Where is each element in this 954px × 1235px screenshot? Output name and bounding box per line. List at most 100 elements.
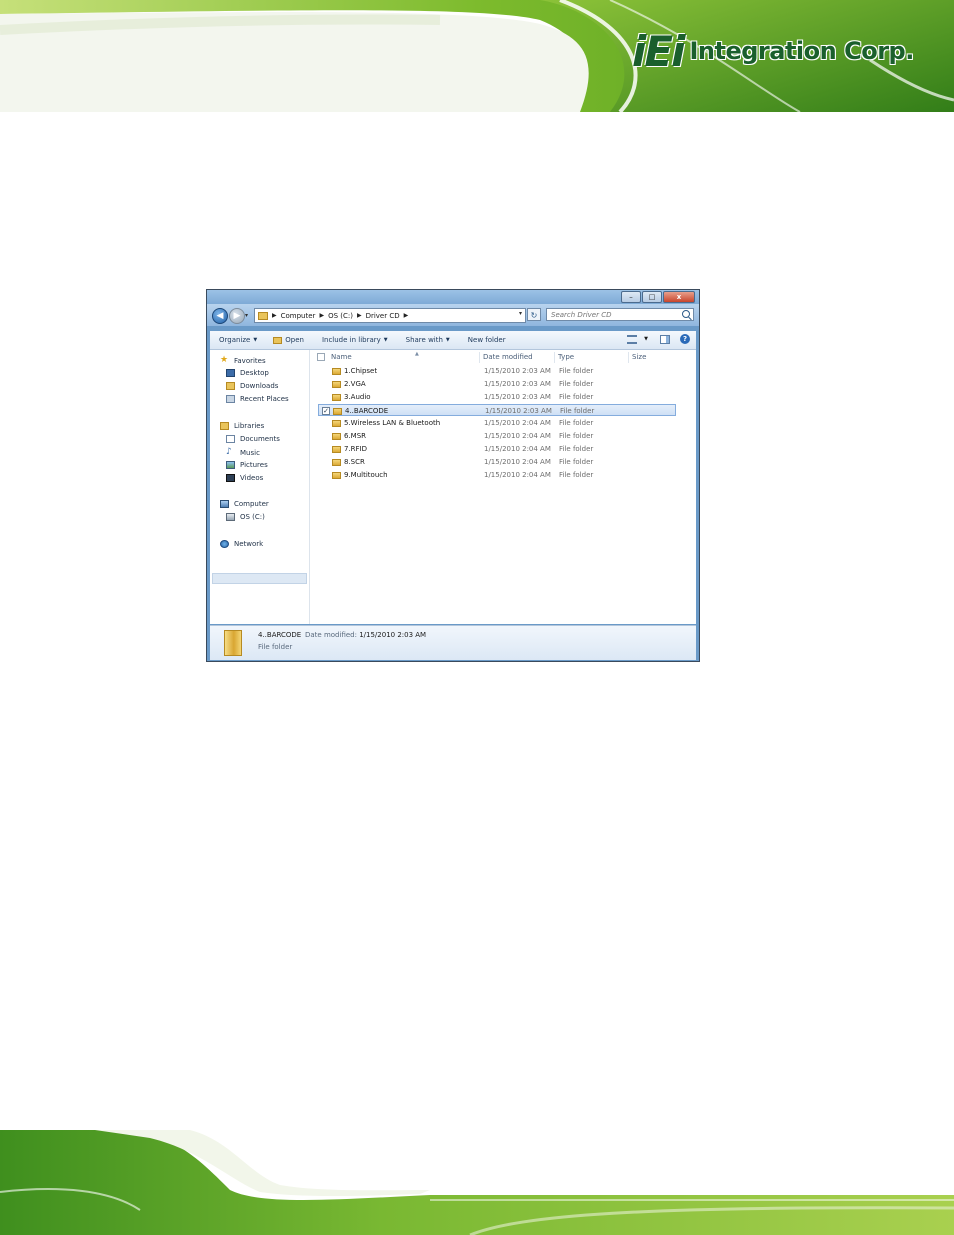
details-type: File folder: [258, 643, 293, 651]
minimize-button[interactable]: –: [621, 291, 641, 303]
dropdown-arrow-icon: ▼: [253, 337, 258, 343]
file-name: 8.SCR: [344, 458, 365, 466]
nav-desktop[interactable]: Desktop: [226, 369, 269, 377]
computer-icon: [220, 500, 229, 508]
file-type: File folder: [560, 407, 595, 415]
close-button[interactable]: x: [663, 291, 695, 303]
file-row[interactable]: 7.RFID 1/15/2010 2:04 AM File folder: [318, 443, 676, 455]
forward-arrow-icon: ▶: [233, 311, 241, 321]
help-icon[interactable]: ?: [680, 334, 690, 344]
address-dropdown-icon[interactable]: ▾: [519, 310, 522, 317]
include-in-library-menu[interactable]: Include in library ▼: [322, 336, 388, 344]
nav-computer[interactable]: Computer: [220, 500, 269, 508]
column-header-date-modified[interactable]: Date modified: [483, 353, 533, 361]
file-row[interactable]: 6.MSR 1/15/2010 2:04 AM File folder: [318, 430, 676, 442]
breadcrumb-computer[interactable]: Computer: [281, 312, 316, 320]
nav-libraries[interactable]: Libraries: [220, 422, 264, 430]
star-icon: ★: [220, 355, 229, 365]
title-bar: – □ x: [207, 290, 699, 304]
breadcrumb-os-drive[interactable]: OS (C:): [328, 312, 353, 320]
nav-network[interactable]: Network: [220, 540, 263, 548]
file-name: 9.Multitouch: [344, 471, 388, 479]
address-bar[interactable]: ▶ Computer ▶ OS (C:) ▶ Driver CD ▶ ▾: [254, 308, 526, 323]
maximize-button[interactable]: □: [642, 291, 662, 303]
search-box[interactable]: [546, 308, 694, 321]
header-banner: iEi Integration Corp.: [0, 0, 954, 112]
history-dropdown-icon[interactable]: ▾: [245, 312, 248, 319]
nav-favorites[interactable]: ★ Favorites: [220, 356, 266, 365]
folder-icon: [332, 368, 341, 375]
folder-icon: [332, 472, 341, 479]
row-checkbox[interactable]: ✓: [322, 407, 330, 415]
libraries-icon: [220, 422, 229, 430]
nav-videos[interactable]: Videos: [226, 474, 263, 482]
logo-text: Integration Corp.: [689, 37, 914, 65]
change-view-icon[interactable]: [627, 334, 638, 344]
column-divider[interactable]: [554, 352, 555, 363]
share-with-menu[interactable]: Share with ▼: [406, 336, 450, 344]
breadcrumb-driver-cd[interactable]: Driver CD: [366, 312, 400, 320]
file-row[interactable]: 1.Chipset 1/15/2010 2:03 AM File folder: [318, 365, 676, 377]
views-dropdown-icon[interactable]: ▼: [644, 336, 648, 342]
nav-label: OS (C:): [240, 513, 265, 521]
sort-caret-icon: ▲: [415, 351, 419, 357]
file-name: 3.Audio: [344, 393, 371, 401]
column-divider[interactable]: [479, 352, 480, 363]
chevron-right-icon[interactable]: ▶: [404, 312, 409, 319]
folder-icon: [332, 433, 341, 440]
organize-menu[interactable]: Organize ▼: [219, 336, 257, 344]
column-divider[interactable]: [628, 352, 629, 363]
file-date: 1/15/2010 2:04 AM: [484, 458, 551, 466]
column-label: Name: [331, 353, 352, 361]
nav-pictures[interactable]: Pictures: [226, 461, 268, 469]
chevron-right-icon[interactable]: ▶: [357, 312, 362, 319]
column-header-size[interactable]: Size: [632, 353, 646, 361]
search-input[interactable]: [547, 309, 676, 320]
include-in-library-label: Include in library: [321, 336, 381, 344]
large-folder-icon: [224, 630, 242, 656]
folder-icon: [332, 381, 341, 388]
search-icon[interactable]: [682, 310, 690, 318]
file-row[interactable]: 2.VGA 1/15/2010 2:03 AM File folder: [318, 378, 676, 390]
back-button[interactable]: ◀: [212, 308, 228, 324]
pictures-icon: [226, 461, 235, 469]
nav-label: Network: [234, 540, 264, 548]
nav-recent-places[interactable]: Recent Places: [226, 395, 289, 403]
file-row[interactable]: 8.SCR 1/15/2010 2:04 AM File folder: [318, 456, 676, 468]
nav-documents[interactable]: Documents: [226, 435, 280, 443]
file-date: 1/15/2010 2:04 AM: [484, 445, 551, 453]
nav-os-drive[interactable]: OS (C:): [226, 513, 265, 521]
navigation-bar: ◀ ▶ ▾ ▶ Computer ▶ OS (C:) ▶ Driver CD ▶…: [207, 304, 699, 326]
nav-label: Pictures: [240, 461, 268, 469]
file-row[interactable]: 9.Multitouch 1/15/2010 2:04 AM File fold…: [318, 469, 676, 481]
share-with-label: Share with: [405, 336, 443, 344]
file-date: 1/15/2010 2:03 AM: [484, 380, 551, 388]
refresh-button[interactable]: ↻: [527, 308, 541, 321]
column-header-type[interactable]: Type: [558, 353, 574, 361]
file-row-selected[interactable]: ✓ 4..BARCODE 1/15/2010 2:03 AM File fold…: [318, 404, 676, 416]
select-all-checkbox[interactable]: [317, 353, 325, 361]
nav-downloads[interactable]: Downloads: [226, 382, 278, 390]
file-type: File folder: [559, 380, 594, 388]
file-name: 5.Wireless LAN & Bluetooth: [344, 419, 441, 427]
chevron-right-icon[interactable]: ▶: [319, 312, 324, 319]
open-folder-icon: [273, 336, 283, 344]
downloads-icon: [226, 382, 235, 390]
details-pane: 4..BARCODE Date modified: 1/15/2010 2:03…: [210, 625, 696, 660]
file-row[interactable]: 3.Audio 1/15/2010 2:03 AM File folder: [318, 391, 676, 403]
open-button[interactable]: Open: [273, 336, 304, 344]
column-header-name[interactable]: Name ▲: [331, 351, 419, 361]
folder-icon: [332, 420, 341, 427]
forward-button[interactable]: ▶: [229, 308, 245, 324]
details-name: 4..BARCODE: [258, 631, 302, 639]
back-arrow-icon: ◀: [216, 311, 224, 321]
file-row[interactable]: 5.Wireless LAN & Bluetooth 1/15/2010 2:0…: [318, 417, 676, 429]
address-folder-icon: [258, 311, 268, 320]
nav-music[interactable]: ♪ Music: [226, 448, 260, 457]
folder-icon: [332, 446, 341, 453]
new-folder-button[interactable]: New folder: [468, 336, 506, 344]
preview-pane-icon[interactable]: [660, 334, 670, 344]
file-type: File folder: [559, 367, 594, 375]
dropdown-arrow-icon: ▼: [383, 337, 388, 343]
nav-label: Documents: [240, 435, 280, 443]
